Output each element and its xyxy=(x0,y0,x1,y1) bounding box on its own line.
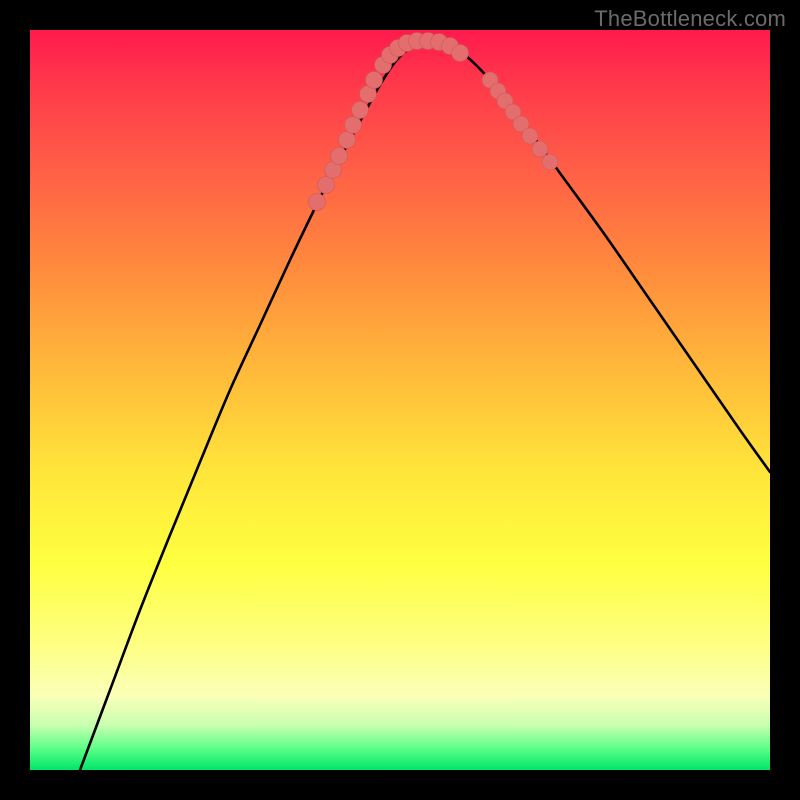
data-dot xyxy=(339,132,356,149)
data-dot xyxy=(318,177,335,194)
data-dot xyxy=(345,117,362,134)
watermark-text: TheBottleneck.com xyxy=(594,6,786,32)
plot-area xyxy=(30,30,770,770)
data-dot xyxy=(452,45,469,62)
data-dot xyxy=(532,141,548,157)
data-dot xyxy=(542,154,558,170)
dot-cluster-bottom xyxy=(375,33,469,74)
dot-cluster-left xyxy=(309,72,383,211)
data-dot xyxy=(331,148,348,165)
dot-cluster-right xyxy=(482,72,558,170)
bottleneck-curve-path xyxy=(80,41,770,770)
data-dot xyxy=(309,194,326,211)
curve-svg xyxy=(30,30,770,770)
data-dot xyxy=(352,102,369,119)
chart-frame: TheBottleneck.com xyxy=(0,0,800,800)
data-dot xyxy=(522,128,538,144)
data-dot xyxy=(366,72,383,89)
